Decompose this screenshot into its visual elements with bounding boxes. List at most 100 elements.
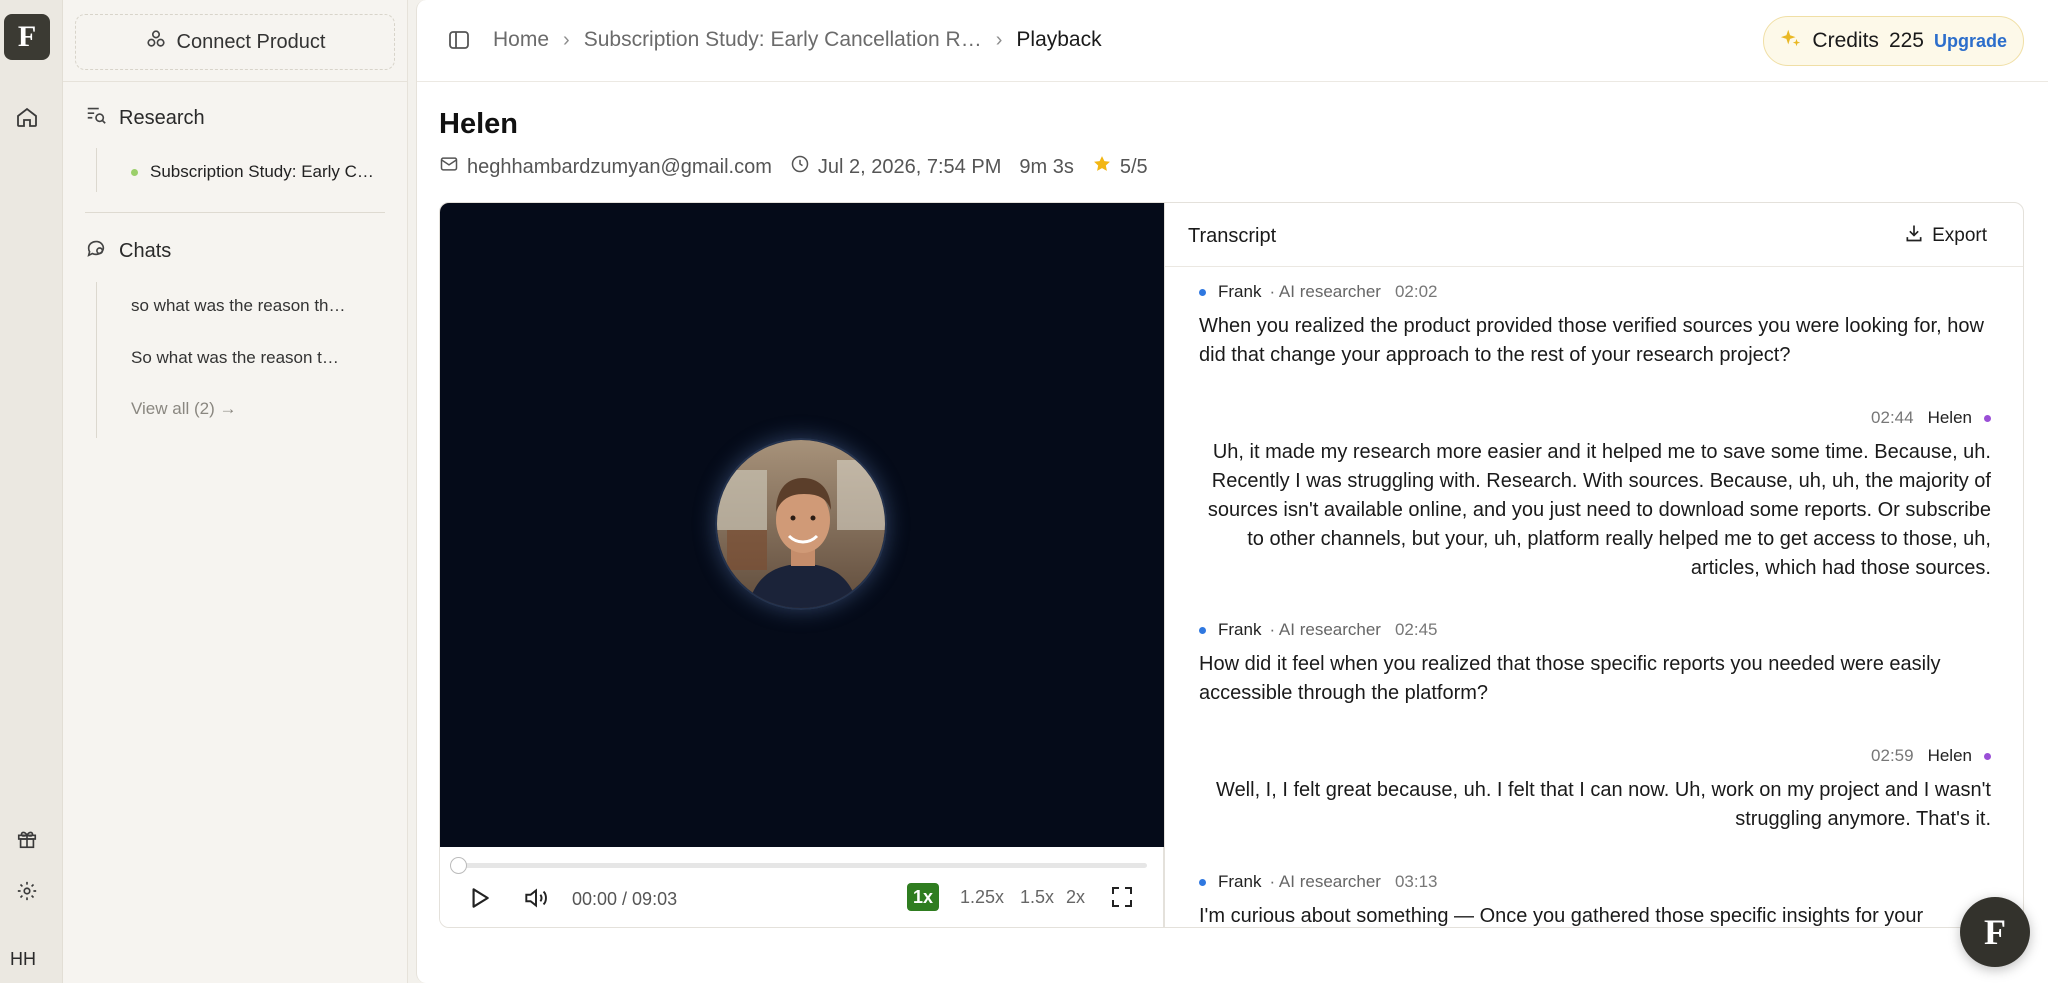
- speaker-role: · AI researcher: [1269, 282, 1381, 301]
- export-button[interactable]: Export: [1904, 223, 1987, 249]
- divider: [85, 212, 385, 213]
- credits-value: 225: [1888, 29, 1924, 52]
- breadcrumb-study[interactable]: Subscription Study: Early Cancellation R…: [584, 28, 982, 52]
- datetime-meta: Jul 2, 2026, 7:54 PM: [790, 154, 1001, 180]
- sidebar: Connect Product Research Subscription St…: [63, 0, 408, 983]
- transcript-message: 02:59 Helen Well, I, I felt great because…: [1199, 746, 1991, 834]
- frank-dot: [1199, 626, 1206, 634]
- playback-card: 00:00 / 09:03 1x 1.25x 1.5x 2x Transcrip…: [439, 202, 2024, 928]
- chevron-right-icon: ›: [563, 28, 570, 51]
- message-timestamp[interactable]: 02:02: [1395, 282, 1438, 302]
- research-heading-label: Research: [119, 106, 205, 129]
- play-icon[interactable]: [466, 885, 492, 911]
- timecode: 00:00 / 09:03: [572, 889, 678, 909]
- chats-heading-label: Chats: [119, 239, 172, 262]
- export-label: Export: [1932, 225, 1987, 246]
- message-text: When you realized the product provided t…: [1199, 315, 1984, 366]
- chevron-right-icon: ›: [995, 28, 1003, 51]
- upgrade-link[interactable]: Upgrade: [1934, 31, 2007, 52]
- divider: [63, 81, 407, 82]
- helen-dot: [1984, 752, 1991, 760]
- research-section-heading[interactable]: Research: [85, 104, 205, 132]
- assistant-fab-button[interactable]: F: [1960, 897, 2030, 967]
- user-initials[interactable]: HH: [10, 949, 36, 970]
- sparkle-icon: [1780, 27, 1802, 55]
- icon-rail: F HH: [0, 0, 63, 983]
- page-title: Helen: [439, 108, 518, 140]
- search-list-icon: [85, 104, 107, 132]
- view-all-chats-link[interactable]: View all (2) →: [131, 399, 237, 419]
- frank-dot: [1199, 288, 1206, 296]
- speaker-role: · AI researcher: [1269, 872, 1381, 891]
- star-icon: [1092, 154, 1112, 180]
- transcript-message: 02:44 Helen Uh, it made my research more …: [1199, 408, 1991, 583]
- email-meta: heghhambardzumyan@gmail.com: [439, 154, 772, 180]
- progress-thumb[interactable]: [450, 857, 467, 874]
- message-text: I'm curious about something — Once you g…: [1199, 905, 1924, 927]
- message-timestamp[interactable]: 03:13: [1395, 872, 1438, 892]
- rating-meta: 5/5: [1092, 154, 1148, 180]
- speed-1-5x-button[interactable]: 1.5x: [1014, 883, 1060, 911]
- connect-product-label: Connect Product: [176, 30, 326, 53]
- message-text: Well, I, I felt great because, uh. I fel…: [1216, 779, 1991, 830]
- chat-bubble-icon: [85, 237, 107, 265]
- home-icon[interactable]: [14, 104, 40, 130]
- speed-1-25x-button[interactable]: 1.25x: [954, 883, 1010, 911]
- chat-item[interactable]: so what was the reason th…: [131, 296, 346, 316]
- message-text: How did it feel when you realized that t…: [1199, 653, 1941, 704]
- session-meta: heghhambardzumyan@gmail.com Jul 2, 2026,…: [439, 154, 1148, 180]
- gift-icon[interactable]: [14, 826, 40, 852]
- speed-2x-button[interactable]: 2x: [1060, 883, 1091, 911]
- datetime-value: Jul 2, 2026, 7:54 PM: [817, 155, 1002, 178]
- status-dot: [131, 168, 138, 176]
- video-player[interactable]: [440, 203, 1164, 847]
- duration-value: 9m 3s: [1019, 155, 1074, 178]
- breadcrumb-home[interactable]: Home: [493, 28, 549, 52]
- speaker-name: Frank: [1218, 620, 1262, 639]
- transcript-header: Transcript Export: [1165, 203, 2023, 267]
- credits-label: Credits: [1812, 29, 1879, 52]
- transcript-message: Frank · AI researcher 03:13 I'm curious ab…: [1199, 872, 1991, 927]
- message-timestamp[interactable]: 02:44: [1871, 408, 1914, 428]
- progress-bar[interactable]: [450, 857, 1147, 874]
- app-logo[interactable]: F: [4, 14, 50, 60]
- message-text: Uh, it made my research more easier and …: [1207, 441, 1991, 579]
- rating-value: 5/5: [1119, 155, 1148, 178]
- transcript-message: Frank · AI researcher 02:02 When you reali…: [1199, 282, 1991, 370]
- tree-line: [96, 148, 97, 192]
- breadcrumb: Home › Subscription Study: Early Cancell…: [493, 28, 1102, 52]
- speaker-name: Helen: [1927, 746, 1972, 765]
- volume-icon[interactable]: [522, 885, 550, 911]
- transcript-body[interactable]: Frank · AI researcher 02:02 When you reali…: [1165, 267, 2023, 927]
- download-icon: [1904, 223, 1924, 249]
- fullscreen-icon[interactable]: [1110, 885, 1136, 911]
- transcript-title: Transcript: [1188, 225, 1277, 247]
- chats-section-heading[interactable]: Chats: [85, 237, 171, 265]
- top-bar: Home › Subscription Study: Early Cancell…: [417, 0, 2048, 82]
- player-controls: 00:00 / 09:03 1x 1.25x 1.5x 2x: [440, 847, 1164, 927]
- research-item-label: Subscription Study: Early C…: [150, 162, 374, 181]
- research-item[interactable]: Subscription Study: Early C…: [131, 162, 401, 182]
- mail-icon: [439, 154, 459, 180]
- speed-1x-button[interactable]: 1x: [907, 883, 940, 911]
- clock-icon: [790, 154, 810, 180]
- credits-badge: Credits 225 Upgrade: [1763, 16, 2024, 66]
- main-panel: Home › Subscription Study: Early Cancell…: [416, 0, 2048, 983]
- message-timestamp[interactable]: 02:59: [1871, 746, 1914, 766]
- sidebar-toggle-icon[interactable]: [447, 28, 471, 52]
- transcript-panel: Transcript Export Frank · AI researcher 02…: [1164, 203, 2023, 927]
- tree-line: [96, 282, 97, 438]
- connect-product-button[interactable]: Connect Product: [75, 14, 395, 70]
- transcript-message: Frank · AI researcher 02:45 How did it fee…: [1199, 620, 1991, 708]
- gear-icon[interactable]: [14, 878, 40, 904]
- frank-dot: [1199, 878, 1206, 886]
- chat-item[interactable]: So what was the reason t…: [131, 348, 339, 368]
- email-value: heghhambardzumyan@gmail.com: [467, 155, 772, 178]
- speaker-name: Frank: [1218, 872, 1262, 891]
- breadcrumb-current: Playback: [1016, 28, 1102, 51]
- helen-dot: [1984, 414, 1991, 422]
- message-timestamp[interactable]: 02:45: [1395, 620, 1438, 640]
- speaker-name: Frank: [1218, 282, 1262, 301]
- speaker-name: Helen: [1927, 408, 1972, 427]
- participant-avatar: [715, 438, 887, 610]
